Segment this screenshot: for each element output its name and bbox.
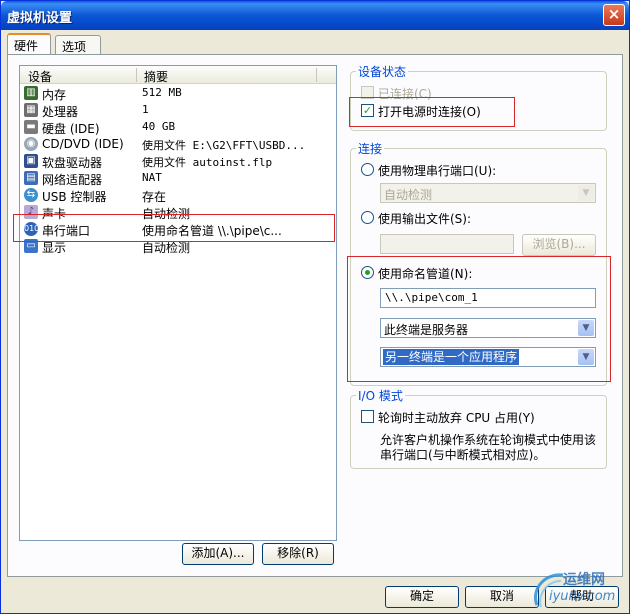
connection-title: 连接	[356, 140, 385, 157]
window-title: 虚拟机设置	[7, 11, 73, 26]
ok-button[interactable]: 确定	[385, 586, 459, 608]
cancel-button[interactable]: 取消	[465, 586, 539, 608]
device-summary: 1	[142, 103, 149, 116]
device-summary: 40 GB	[142, 120, 176, 133]
vm-settings-window: 虚拟机设置 × 硬件 选项 设备 摘要 ▥ 内存 512 MB ▦ 处理器 1 …	[0, 0, 630, 614]
chevron-down-icon[interactable]: ▼	[578, 185, 594, 201]
watermark-url: iyunv.com	[549, 589, 616, 604]
annotation-box-connect-on-power	[349, 97, 515, 127]
device-row-processor[interactable]: ▦ 处理器 1	[20, 102, 336, 119]
hard-disk-icon: ▬	[24, 120, 38, 134]
memory-icon: ▥	[24, 86, 38, 100]
device-row-floppy[interactable]: ▣ 软盘驱动器 使用文件 autoinst.flp	[20, 153, 336, 170]
list-header: 设备 摘要	[20, 66, 336, 84]
device-summary: 存在	[142, 190, 167, 204]
device-summary: 使用文件 E:\G2\FFT\USBD...	[142, 139, 306, 152]
physical-port-radio[interactable]	[361, 163, 374, 176]
column-separator[interactable]	[136, 68, 137, 82]
io-mode-title: I/O 模式	[356, 387, 405, 404]
device-summary: 512 MB	[142, 86, 182, 99]
remove-device-button[interactable]: 移除(R)	[262, 543, 334, 565]
yield-cpu-label: 轮询时主动放弃 CPU 占用(Y)	[378, 411, 535, 425]
column-header-summary[interactable]: 摘要	[144, 68, 168, 85]
floppy-icon: ▣	[24, 154, 38, 168]
yield-cpu-checkbox[interactable]	[361, 410, 374, 423]
annotation-box-named-pipe	[347, 256, 611, 382]
device-name: 硬盘 (IDE)	[42, 122, 100, 136]
device-summary: 使用文件 autoinst.flp	[142, 156, 273, 169]
device-name: CD/DVD (IDE)	[42, 137, 124, 151]
add-device-button[interactable]: 添加(A)...	[182, 543, 254, 565]
network-adapter-icon: ▤	[24, 171, 38, 185]
device-row-usb-controller[interactable]: ⇆ USB 控制器 存在	[20, 187, 336, 204]
device-row-network-adapter[interactable]: ▤ 网络适配器 NAT	[20, 170, 336, 187]
physical-port-label: 使用物理串行端口(U):	[378, 164, 497, 178]
device-status-title: 设备状态	[356, 63, 409, 80]
column-header-device[interactable]: 设备	[28, 68, 52, 85]
cd-dvd-icon: ◉	[24, 137, 38, 151]
device-name: 内存	[42, 88, 67, 102]
physical-port-select[interactable]: 自动检测 ▼	[380, 183, 596, 203]
device-row-memory[interactable]: ▥ 内存 512 MB	[20, 85, 336, 102]
physical-port-value: 自动检测	[384, 188, 433, 202]
device-summary: NAT	[142, 171, 162, 184]
cpu-icon: ▦	[24, 103, 38, 117]
watermark-text: 运维网	[563, 572, 605, 588]
device-name: 处理器	[42, 105, 79, 119]
tab-hardware[interactable]: 硬件	[7, 33, 51, 54]
browse-button[interactable]: 浏览(B)...	[522, 234, 596, 256]
annotation-box-serial-port	[13, 214, 335, 242]
device-row-cd-dvd[interactable]: ◉ CD/DVD (IDE) 使用文件 E:\G2\FFT\USBD...	[20, 136, 336, 153]
watermark-logo: 运维网 iyunv.com	[529, 567, 629, 611]
close-button[interactable]: ×	[603, 4, 625, 26]
output-file-label: 使用输出文件(S):	[378, 212, 472, 226]
device-name: 软盘驱动器	[42, 156, 103, 170]
tab-options[interactable]: 选项	[55, 35, 101, 54]
title-bar[interactable]: 虚拟机设置 ×	[1, 1, 629, 30]
output-file-radio[interactable]	[361, 211, 374, 224]
io-mode-description-line2: 串行端口(与中断模式相对应)。	[380, 448, 546, 462]
device-name: 网络适配器	[42, 173, 103, 187]
device-name: USB 控制器	[42, 190, 107, 204]
device-list[interactable]: 设备 摘要 ▥ 内存 512 MB ▦ 处理器 1 ▬ 硬盘 (IDE) 40 …	[19, 65, 337, 541]
device-row-hard-disk[interactable]: ▬ 硬盘 (IDE) 40 GB	[20, 119, 336, 136]
usb-icon: ⇆	[24, 188, 38, 202]
column-separator[interactable]	[316, 68, 317, 82]
output-file-input[interactable]	[380, 234, 514, 254]
